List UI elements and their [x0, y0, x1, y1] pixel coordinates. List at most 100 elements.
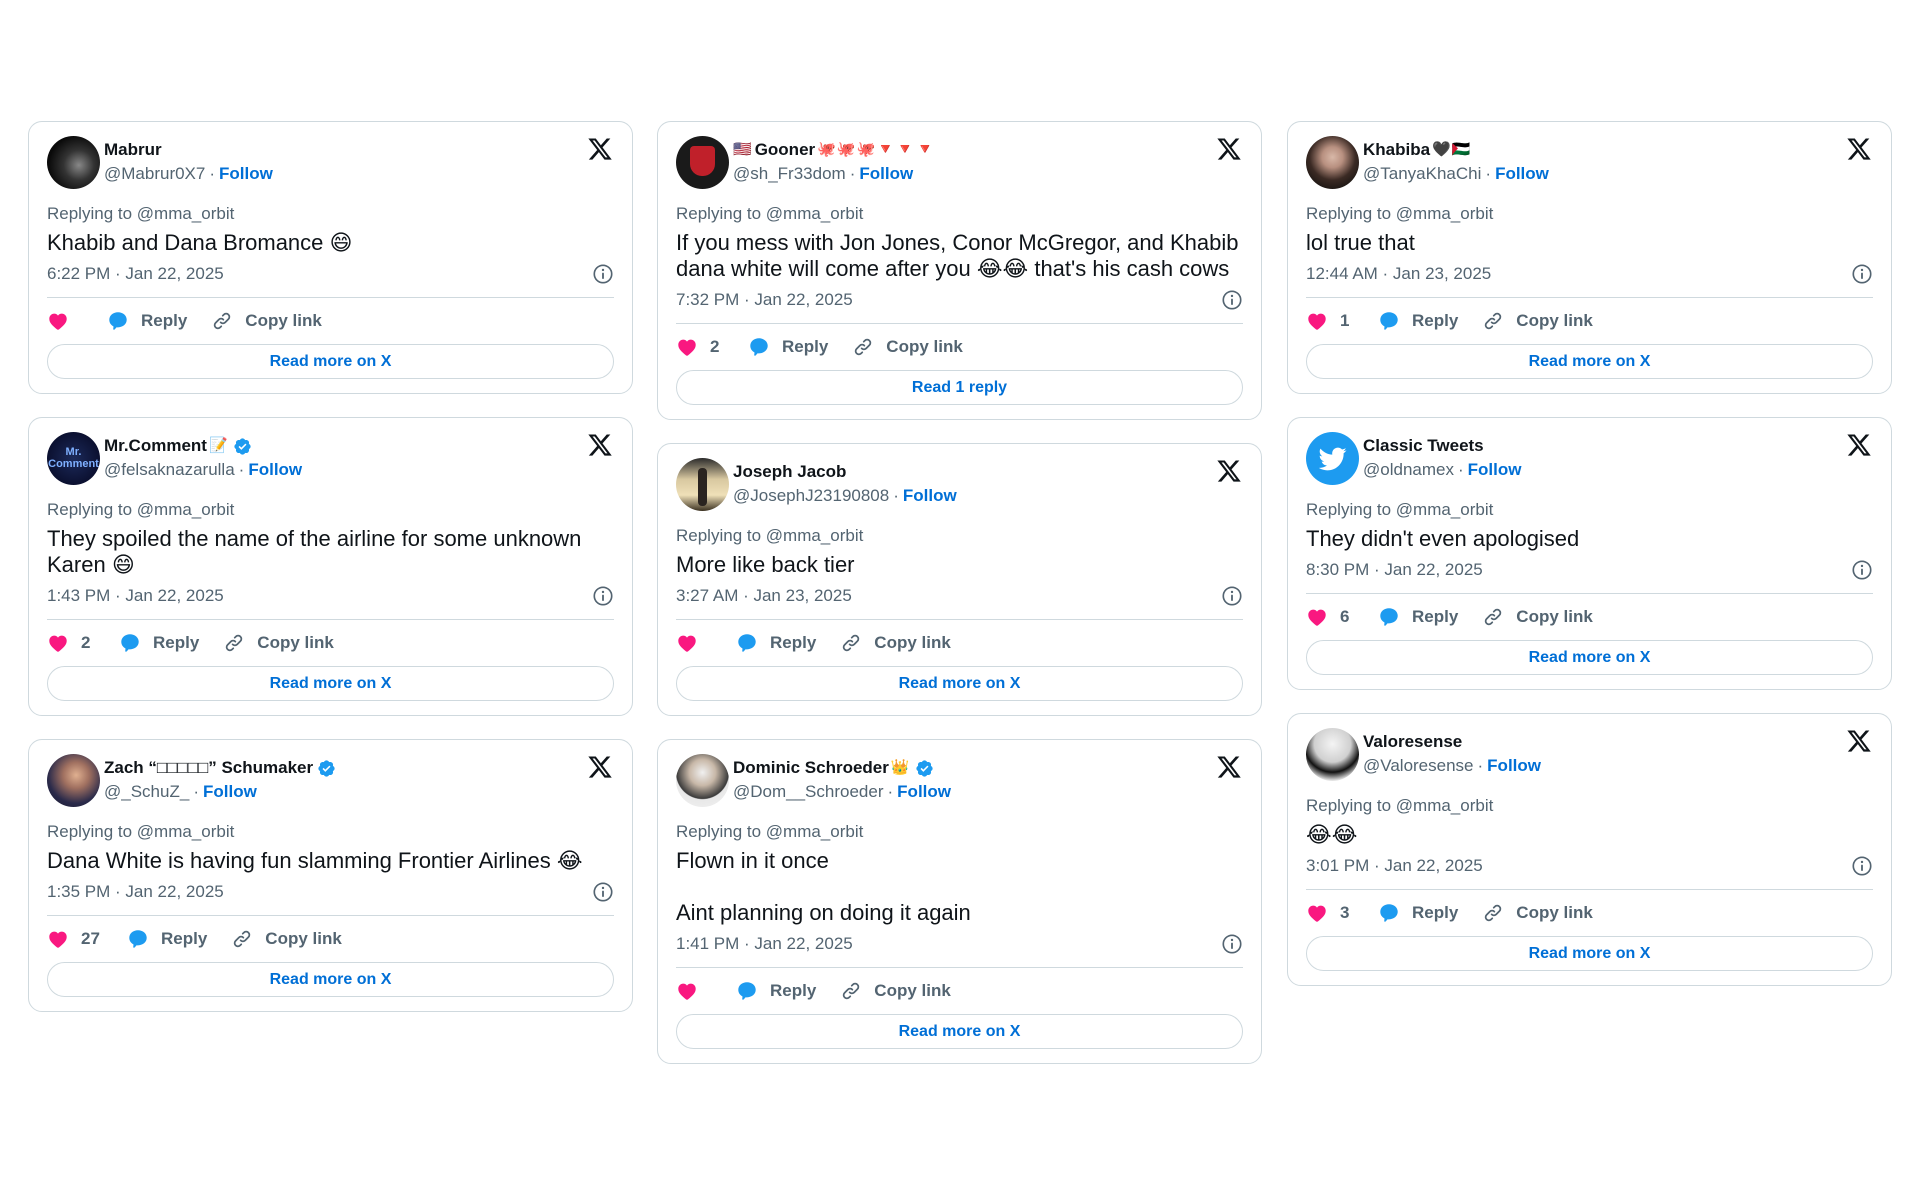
timestamp-link[interactable]: 1:43 PM · Jan 22, 2025	[47, 586, 224, 606]
follow-link[interactable]: Follow	[203, 782, 257, 801]
read-more-button[interactable]: Read more on X	[1306, 640, 1873, 675]
info-icon[interactable]	[592, 585, 614, 607]
author-handle[interactable]: @oldnamex	[1363, 460, 1454, 479]
reply-button[interactable]: Reply	[119, 632, 199, 654]
verified-badge-icon[interactable]	[915, 759, 934, 778]
avatar[interactable]	[1306, 728, 1359, 781]
follow-link[interactable]: Follow	[248, 460, 302, 479]
replying-to[interactable]: Replying to @mma_orbit	[1306, 500, 1873, 520]
avatar[interactable]	[1306, 136, 1359, 189]
author-name[interactable]: Mr.Comment	[104, 436, 207, 456]
follow-link[interactable]: Follow	[219, 164, 273, 183]
x-logo-icon[interactable]	[587, 754, 613, 780]
copy-link-button[interactable]: Copy link	[1482, 310, 1593, 332]
author-name[interactable]: Dominic Schroeder	[733, 758, 889, 778]
x-logo-icon[interactable]	[1846, 136, 1872, 162]
replying-to[interactable]: Replying to @mma_orbit	[676, 526, 1243, 546]
author-handle[interactable]: @Valoresense	[1363, 756, 1474, 775]
copy-link-button[interactable]: Copy link	[1482, 902, 1593, 924]
x-logo-icon[interactable]	[1846, 432, 1872, 458]
info-icon[interactable]	[592, 881, 614, 903]
read-more-button[interactable]: Read more on X	[1306, 936, 1873, 971]
replying-to[interactable]: Replying to @mma_orbit	[676, 204, 1243, 224]
timestamp-link[interactable]: 1:35 PM · Jan 22, 2025	[47, 882, 224, 902]
author-name[interactable]: Khabiba	[1363, 140, 1430, 160]
like-button[interactable]: 27	[47, 928, 123, 950]
author-name[interactable]: Zach “□□□□□” Schumaker	[104, 758, 313, 778]
author-handle[interactable]: @Mabrur0X7	[104, 164, 205, 183]
read-replies-button[interactable]: Read 1 reply	[676, 370, 1243, 405]
follow-link[interactable]: Follow	[859, 164, 913, 183]
like-button[interactable]: 2	[676, 336, 744, 358]
verified-badge-icon[interactable]	[233, 437, 252, 456]
x-logo-icon[interactable]	[1846, 728, 1872, 754]
author-handle[interactable]: @TanyaKhaChi	[1363, 164, 1481, 183]
follow-link[interactable]: Follow	[1495, 164, 1549, 183]
reply-button[interactable]: Reply	[736, 980, 816, 1002]
author-handle[interactable]: @sh_Fr33dom	[733, 164, 846, 183]
x-logo-icon[interactable]	[1216, 458, 1242, 484]
reply-button[interactable]: Reply	[736, 632, 816, 654]
avatar[interactable]	[47, 136, 100, 189]
reply-button[interactable]: Reply	[107, 310, 187, 332]
x-logo-icon[interactable]	[587, 136, 613, 162]
timestamp-link[interactable]: 6:22 PM · Jan 22, 2025	[47, 264, 224, 284]
like-button[interactable]: 1	[1306, 310, 1374, 332]
reply-button[interactable]: Reply	[1378, 902, 1458, 924]
reply-button[interactable]: Reply	[1378, 606, 1458, 628]
follow-link[interactable]: Follow	[1468, 460, 1522, 479]
reply-button[interactable]: Reply	[127, 928, 207, 950]
like-button[interactable]	[676, 632, 732, 654]
like-button[interactable]: 3	[1306, 902, 1374, 924]
author-handle[interactable]: @JosephJ23190808	[733, 486, 889, 505]
x-logo-icon[interactable]	[1216, 754, 1242, 780]
replying-to[interactable]: Replying to @mma_orbit	[1306, 204, 1873, 224]
author-handle[interactable]: @_SchuZ_	[104, 782, 189, 801]
read-more-button[interactable]: Read more on X	[1306, 344, 1873, 379]
read-more-button[interactable]: Read more on X	[47, 666, 614, 701]
info-icon[interactable]	[1851, 263, 1873, 285]
info-icon[interactable]	[592, 263, 614, 285]
replying-to[interactable]: Replying to @mma_orbit	[47, 204, 614, 224]
reply-button[interactable]: Reply	[1378, 310, 1458, 332]
follow-link[interactable]: Follow	[897, 782, 951, 801]
timestamp-link[interactable]: 3:27 AM · Jan 23, 2025	[676, 586, 852, 606]
follow-link[interactable]: Follow	[903, 486, 957, 505]
timestamp-link[interactable]: 8:30 PM · Jan 22, 2025	[1306, 560, 1483, 580]
replying-to[interactable]: Replying to @mma_orbit	[47, 822, 614, 842]
like-button[interactable]	[676, 980, 732, 1002]
avatar[interactable]	[676, 754, 729, 807]
reply-button[interactable]: Reply	[748, 336, 828, 358]
author-name[interactable]: Classic Tweets	[1363, 436, 1484, 456]
copy-link-button[interactable]: Copy link	[223, 632, 334, 654]
author-name[interactable]: Valoresense	[1363, 732, 1462, 752]
author-handle[interactable]: @felsaknazarulla	[104, 460, 235, 479]
copy-link-button[interactable]: Copy link	[211, 310, 322, 332]
copy-link-button[interactable]: Copy link	[840, 632, 951, 654]
copy-link-button[interactable]: Copy link	[852, 336, 963, 358]
info-icon[interactable]	[1851, 855, 1873, 877]
x-logo-icon[interactable]	[587, 432, 613, 458]
timestamp-link[interactable]: 3:01 PM · Jan 22, 2025	[1306, 856, 1483, 876]
like-button[interactable]: 6	[1306, 606, 1374, 628]
author-name[interactable]: Joseph Jacob	[733, 462, 846, 482]
follow-link[interactable]: Follow	[1487, 756, 1541, 775]
timestamp-link[interactable]: 7:32 PM · Jan 22, 2025	[676, 290, 853, 310]
avatar[interactable]	[676, 458, 729, 511]
avatar[interactable]: Mr. Comment	[47, 432, 100, 485]
avatar[interactable]	[1306, 432, 1359, 485]
avatar[interactable]	[676, 136, 729, 189]
timestamp-link[interactable]: 1:41 PM · Jan 22, 2025	[676, 934, 853, 954]
read-more-button[interactable]: Read more on X	[47, 344, 614, 379]
read-more-button[interactable]: Read more on X	[47, 962, 614, 997]
avatar[interactable]	[47, 754, 100, 807]
info-icon[interactable]	[1221, 585, 1243, 607]
replying-to[interactable]: Replying to @mma_orbit	[47, 500, 614, 520]
author-name[interactable]: Gooner	[755, 140, 815, 160]
replying-to[interactable]: Replying to @mma_orbit	[676, 822, 1243, 842]
copy-link-button[interactable]: Copy link	[1482, 606, 1593, 628]
read-more-button[interactable]: Read more on X	[676, 666, 1243, 701]
author-name[interactable]: Mabrur	[104, 140, 162, 160]
like-button[interactable]	[47, 310, 103, 332]
timestamp-link[interactable]: 12:44 AM · Jan 23, 2025	[1306, 264, 1491, 284]
